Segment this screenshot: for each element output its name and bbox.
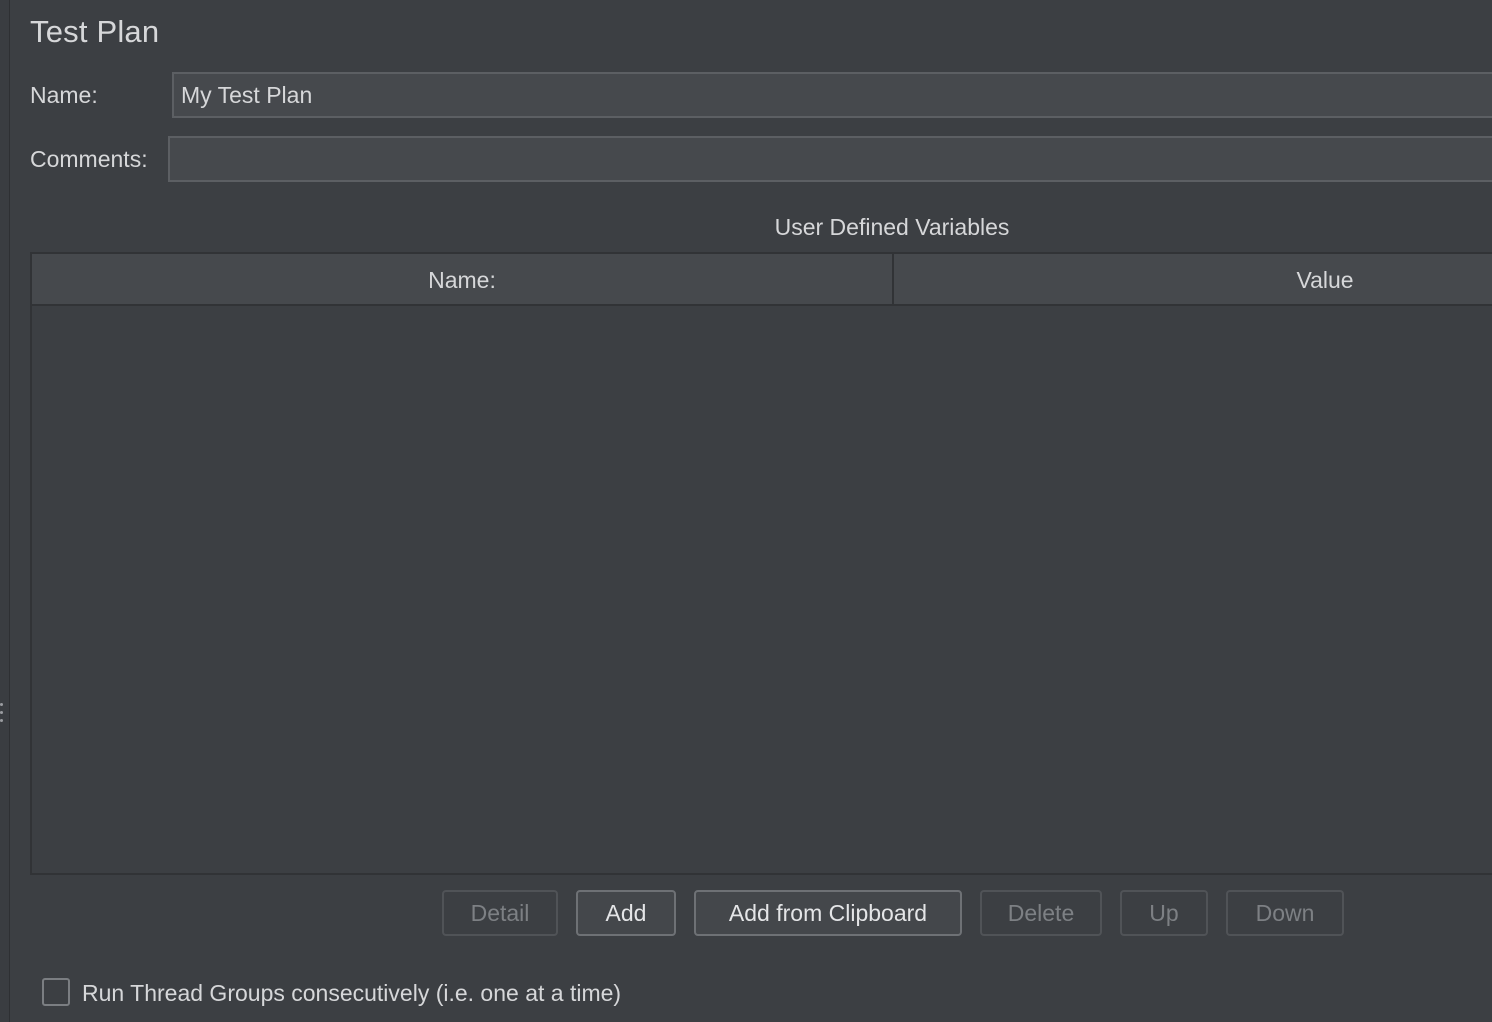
splitter-grip-icon[interactable] [0,703,4,729]
left-splitter[interactable] [0,0,10,1022]
run-consecutively-checkbox[interactable] [42,978,70,1006]
comments-field[interactable] [168,136,1492,182]
user-defined-variables-title: User Defined Variables [774,214,1010,240]
page-title: Test Plan [30,14,160,49]
name-label: Name: [30,82,98,108]
down-button[interactable]: Down [1226,890,1344,936]
comments-label: Comments: [30,146,148,172]
up-button[interactable]: Up [1120,890,1208,936]
add-from-clipboard-button[interactable]: Add from Clipboard [694,890,962,936]
table-header: Name: Value [32,254,1492,306]
name-field[interactable] [172,72,1492,118]
delete-button[interactable]: Delete [980,890,1102,936]
run-consecutively-label[interactable]: Run Thread Groups consecutively (i.e. on… [82,980,621,1007]
detail-button[interactable]: Detail [442,890,558,936]
column-header-name[interactable]: Name: [32,254,892,304]
add-button[interactable]: Add [576,890,676,936]
column-header-value[interactable]: Value [894,254,1492,304]
variables-table[interactable]: Name: Value [30,252,1492,875]
table-body[interactable] [32,306,1492,873]
test-plan-panel: Test Plan Name: Comments: User Defined V… [0,0,1492,1022]
